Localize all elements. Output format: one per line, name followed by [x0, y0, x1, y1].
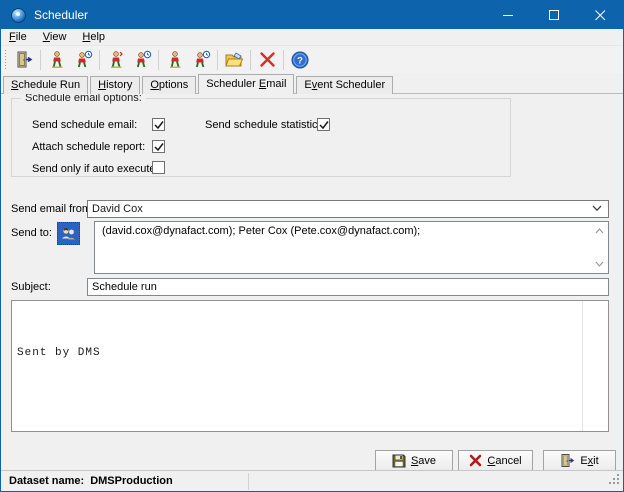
scrollbar-track-divider [582, 301, 583, 431]
tab-scheduler-email[interactable]: Scheduler Email [198, 74, 294, 94]
scroll-up-icon[interactable] [595, 225, 604, 237]
window-title: Scheduler [34, 8, 88, 22]
maximize-button[interactable] [531, 1, 577, 29]
tab-history[interactable]: History [90, 76, 140, 94]
open-schedule-icon[interactable] [221, 48, 247, 72]
schedule-email-options-group: Schedule email options: Send schedule em… [11, 98, 511, 177]
toolbar-grip-handle[interactable] [4, 50, 7, 70]
attach-schedule-report-label: Attach schedule report: [32, 141, 145, 153]
address-book-button[interactable] [57, 222, 80, 245]
resize-grip[interactable] [607, 472, 620, 488]
toolbar-separator [40, 50, 41, 70]
tab-event-scheduler[interactable]: Event Scheduler [296, 76, 393, 94]
send-email-from-value: David Cox [88, 203, 143, 215]
email-body-text: Sent by DMS [17, 347, 101, 359]
email-body-input[interactable]: Sent by DMS [11, 300, 609, 432]
save-button[interactable]: Save [375, 450, 453, 471]
delete-icon[interactable] [254, 48, 280, 72]
subject-input[interactable]: Schedule run [87, 278, 609, 296]
send-to-input[interactable]: (david.cox@dynafact.com); Peter Cox (Pet… [94, 221, 609, 274]
run-schedule-timed-icon[interactable] [70, 48, 96, 72]
tab-schedule-run[interactable]: Schedule Run [3, 76, 88, 94]
dataset-name-label: Dataset name: [9, 475, 84, 487]
scheduler-window: Scheduler File View Help [0, 0, 624, 492]
menu-help[interactable]: Help [74, 30, 113, 44]
run-schedule-icon[interactable] [44, 48, 70, 72]
menubar: File View Help [1, 29, 623, 46]
close-button[interactable] [577, 1, 623, 29]
app-icon [11, 8, 26, 23]
statusbar: Dataset name: DMSProduction [1, 470, 623, 491]
menu-file[interactable]: File [1, 30, 35, 44]
send-schedule-statistics-checkbox[interactable] [317, 118, 330, 131]
exit-icon [560, 453, 575, 468]
subject-label: Subject: [11, 281, 51, 293]
toolbar-separator [250, 50, 251, 70]
run-group-timed-icon[interactable] [188, 48, 214, 72]
send-schedule-statistics-label: Send schedule statistics: [205, 119, 326, 131]
send-only-if-auto-execute-checkbox[interactable] [152, 161, 165, 174]
chevron-down-icon[interactable] [592, 203, 602, 215]
toolbar-separator [283, 50, 284, 70]
run-selection-icon[interactable] [103, 48, 129, 72]
toolbar-separator [158, 50, 159, 70]
run-group-icon[interactable] [162, 48, 188, 72]
send-to-label: Send to: [11, 227, 52, 239]
menu-view[interactable]: View [35, 30, 75, 44]
send-schedule-email-label: Send schedule email: [32, 119, 137, 131]
send-email-from-label: Send email from: [11, 203, 94, 215]
titlebar: Scheduler [1, 1, 623, 29]
send-only-if-auto-execute-label: Send only if auto execute: [32, 163, 159, 175]
toolbar-separator [99, 50, 100, 70]
scheduler-email-page: Schedule email options: Send schedule em… [1, 94, 623, 491]
dataset-name-value: DMSProduction [90, 475, 173, 487]
toolbar-separator [217, 50, 218, 70]
send-to-value: (david.cox@dynafact.com); Peter Cox (Pet… [102, 225, 586, 237]
help-icon[interactable]: ? [287, 48, 313, 72]
run-selection-timed-icon[interactable] [129, 48, 155, 72]
save-icon [392, 454, 406, 468]
attach-schedule-report-checkbox[interactable] [152, 140, 165, 153]
exit-icon[interactable] [11, 48, 37, 72]
send-email-from-select[interactable]: David Cox [87, 200, 609, 218]
send-schedule-email-checkbox[interactable] [152, 118, 165, 131]
tab-options[interactable]: Options [142, 76, 196, 94]
cancel-icon [469, 454, 482, 467]
minimize-button[interactable] [485, 1, 531, 29]
svg-text:?: ? [297, 55, 303, 66]
exit-button[interactable]: Exit [543, 450, 616, 471]
statusbar-separator [248, 473, 249, 490]
scroll-down-icon[interactable] [595, 258, 604, 270]
toolbar: ? [1, 46, 623, 73]
cancel-button[interactable]: Cancel [458, 450, 533, 471]
tab-strip: Schedule Run History Options Scheduler E… [3, 74, 623, 94]
